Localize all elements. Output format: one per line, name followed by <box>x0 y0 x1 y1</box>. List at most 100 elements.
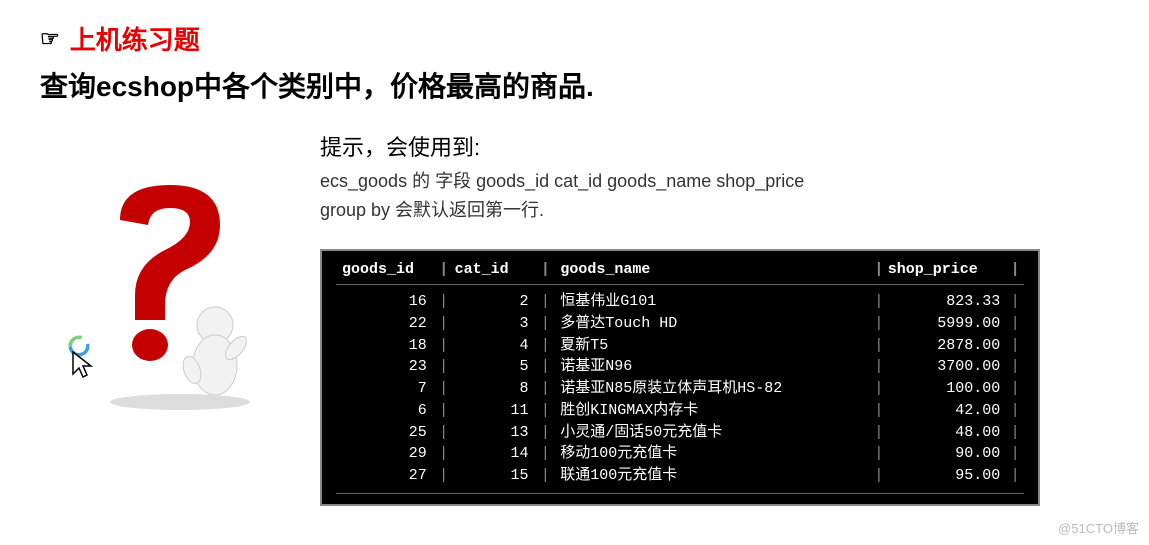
col-header-goods-name: goods_name <box>554 261 870 278</box>
cell-shop-price: 2878.00 <box>888 335 1006 357</box>
cell-shop-price: 48.00 <box>888 422 1006 444</box>
hint-line-1: ecs_goods 的 字段 goods_id cat_id goods_nam… <box>320 168 1109 195</box>
cursor-arrow-icon <box>70 350 94 380</box>
cell-goods-name: 小灵通/固话50元充值卡 <box>554 422 870 444</box>
cell-goods-id: 29 <box>336 443 435 465</box>
separator: | <box>1006 261 1024 278</box>
table-row: 7|8|诺基亚N85原装立体声耳机HS-82|100.00| <box>336 378 1024 400</box>
separator: | <box>1006 400 1024 422</box>
separator: | <box>870 313 888 335</box>
separator: | <box>870 465 888 487</box>
separator: | <box>537 400 555 422</box>
cell-cat-id: 14 <box>453 443 537 465</box>
separator: | <box>435 422 453 444</box>
separator: | <box>435 335 453 357</box>
hint-column: 提示，会使用到: ecs_goods 的 字段 goods_id cat_id … <box>290 130 1109 506</box>
cell-cat-id: 13 <box>453 422 537 444</box>
col-header-goods-id: goods_id <box>336 261 435 278</box>
separator: | <box>870 291 888 313</box>
cell-cat-id: 11 <box>453 400 537 422</box>
separator: | <box>1006 356 1024 378</box>
cell-shop-price: 42.00 <box>888 400 1006 422</box>
col-header-cat-id: cat_id <box>453 261 537 278</box>
cell-goods-name: 多普达Touch HD <box>554 313 870 335</box>
exercise-title: 上机练习题 <box>70 20 200 57</box>
cell-goods-name: 移动100元充值卡 <box>554 443 870 465</box>
main-question: 查询ecshop中各个类别中，价格最高的商品. <box>40 65 1109 105</box>
separator: | <box>1006 335 1024 357</box>
cell-goods-id: 23 <box>336 356 435 378</box>
cell-goods-name: 胜创KINGMAX内存卡 <box>554 400 870 422</box>
cell-cat-id: 8 <box>453 378 537 400</box>
cell-cat-id: 2 <box>453 291 537 313</box>
separator: | <box>1006 291 1024 313</box>
separator: | <box>537 313 555 335</box>
cell-goods-name: 诺基亚N85原装立体声耳机HS-82 <box>554 378 870 400</box>
separator: | <box>537 465 555 487</box>
table-row: 27|15|联通100元充值卡|95.00| <box>336 465 1024 487</box>
separator: | <box>537 291 555 313</box>
separator: | <box>537 261 555 278</box>
table-row: 22|3|多普达Touch HD|5999.00| <box>336 313 1024 335</box>
cell-shop-price: 95.00 <box>888 465 1006 487</box>
separator: | <box>870 422 888 444</box>
table-row: 23|5|诺基亚N96|3700.00| <box>336 356 1024 378</box>
header-row: ☞ 上机练习题 <box>40 20 1109 57</box>
cell-shop-price: 100.00 <box>888 378 1006 400</box>
separator: | <box>435 443 453 465</box>
separator: | <box>870 400 888 422</box>
separator: | <box>435 291 453 313</box>
separator: | <box>435 378 453 400</box>
table-row: 16|2|恒基伟业G101|823.33| <box>336 291 1024 313</box>
hand-pointer-icon: ☞ <box>40 26 60 52</box>
separator: | <box>537 422 555 444</box>
table-row: 25|13|小灵通/固话50元充值卡|48.00| <box>336 422 1024 444</box>
table-header-row: goods_id | cat_id | goods_name | shop_pr… <box>336 261 1024 285</box>
cell-goods-name: 诺基亚N96 <box>554 356 870 378</box>
table-body: 16|2|恒基伟业G101|823.33|22|3|多普达Touch HD|59… <box>336 291 1024 487</box>
cell-shop-price: 823.33 <box>888 291 1006 313</box>
cell-cat-id: 15 <box>453 465 537 487</box>
separator: | <box>870 378 888 400</box>
separator: | <box>537 335 555 357</box>
separator: | <box>435 465 453 487</box>
cell-goods-name: 夏新T5 <box>554 335 870 357</box>
separator: | <box>435 313 453 335</box>
separator: | <box>870 261 888 278</box>
cell-goods-id: 25 <box>336 422 435 444</box>
hint-title: 提示，会使用到: <box>320 130 1109 162</box>
separator: | <box>1006 465 1024 487</box>
question-mark-icon <box>80 170 280 410</box>
cell-goods-id: 18 <box>336 335 435 357</box>
hint-line-2: group by 会默认返回第一行. <box>320 197 1109 224</box>
cell-goods-name: 恒基伟业G101 <box>554 291 870 313</box>
col-header-shop-price: shop_price <box>888 261 1006 278</box>
separator: | <box>435 261 453 278</box>
cell-goods-id: 27 <box>336 465 435 487</box>
cell-goods-id: 16 <box>336 291 435 313</box>
separator: | <box>435 356 453 378</box>
separator: | <box>537 443 555 465</box>
table-row: 18|4|夏新T5|2878.00| <box>336 335 1024 357</box>
terminal-output: goods_id | cat_id | goods_name | shop_pr… <box>320 249 1040 506</box>
separator: | <box>1006 443 1024 465</box>
cell-shop-price: 5999.00 <box>888 313 1006 335</box>
separator: | <box>870 335 888 357</box>
cell-goods-id: 7 <box>336 378 435 400</box>
content-area: 提示，会使用到: ecs_goods 的 字段 goods_id cat_id … <box>40 130 1109 506</box>
cell-cat-id: 5 <box>453 356 537 378</box>
cell-cat-id: 3 <box>453 313 537 335</box>
separator: | <box>537 356 555 378</box>
cell-goods-name: 联通100元充值卡 <box>554 465 870 487</box>
separator: | <box>537 378 555 400</box>
separator: | <box>870 443 888 465</box>
cell-shop-price: 3700.00 <box>888 356 1006 378</box>
table-row: 29|14|移动100元充值卡|90.00| <box>336 443 1024 465</box>
table-bottom-border <box>336 493 1024 494</box>
question-figure <box>80 170 280 410</box>
separator: | <box>870 356 888 378</box>
cell-cat-id: 4 <box>453 335 537 357</box>
separator: | <box>1006 378 1024 400</box>
separator: | <box>435 400 453 422</box>
separator: | <box>1006 313 1024 335</box>
